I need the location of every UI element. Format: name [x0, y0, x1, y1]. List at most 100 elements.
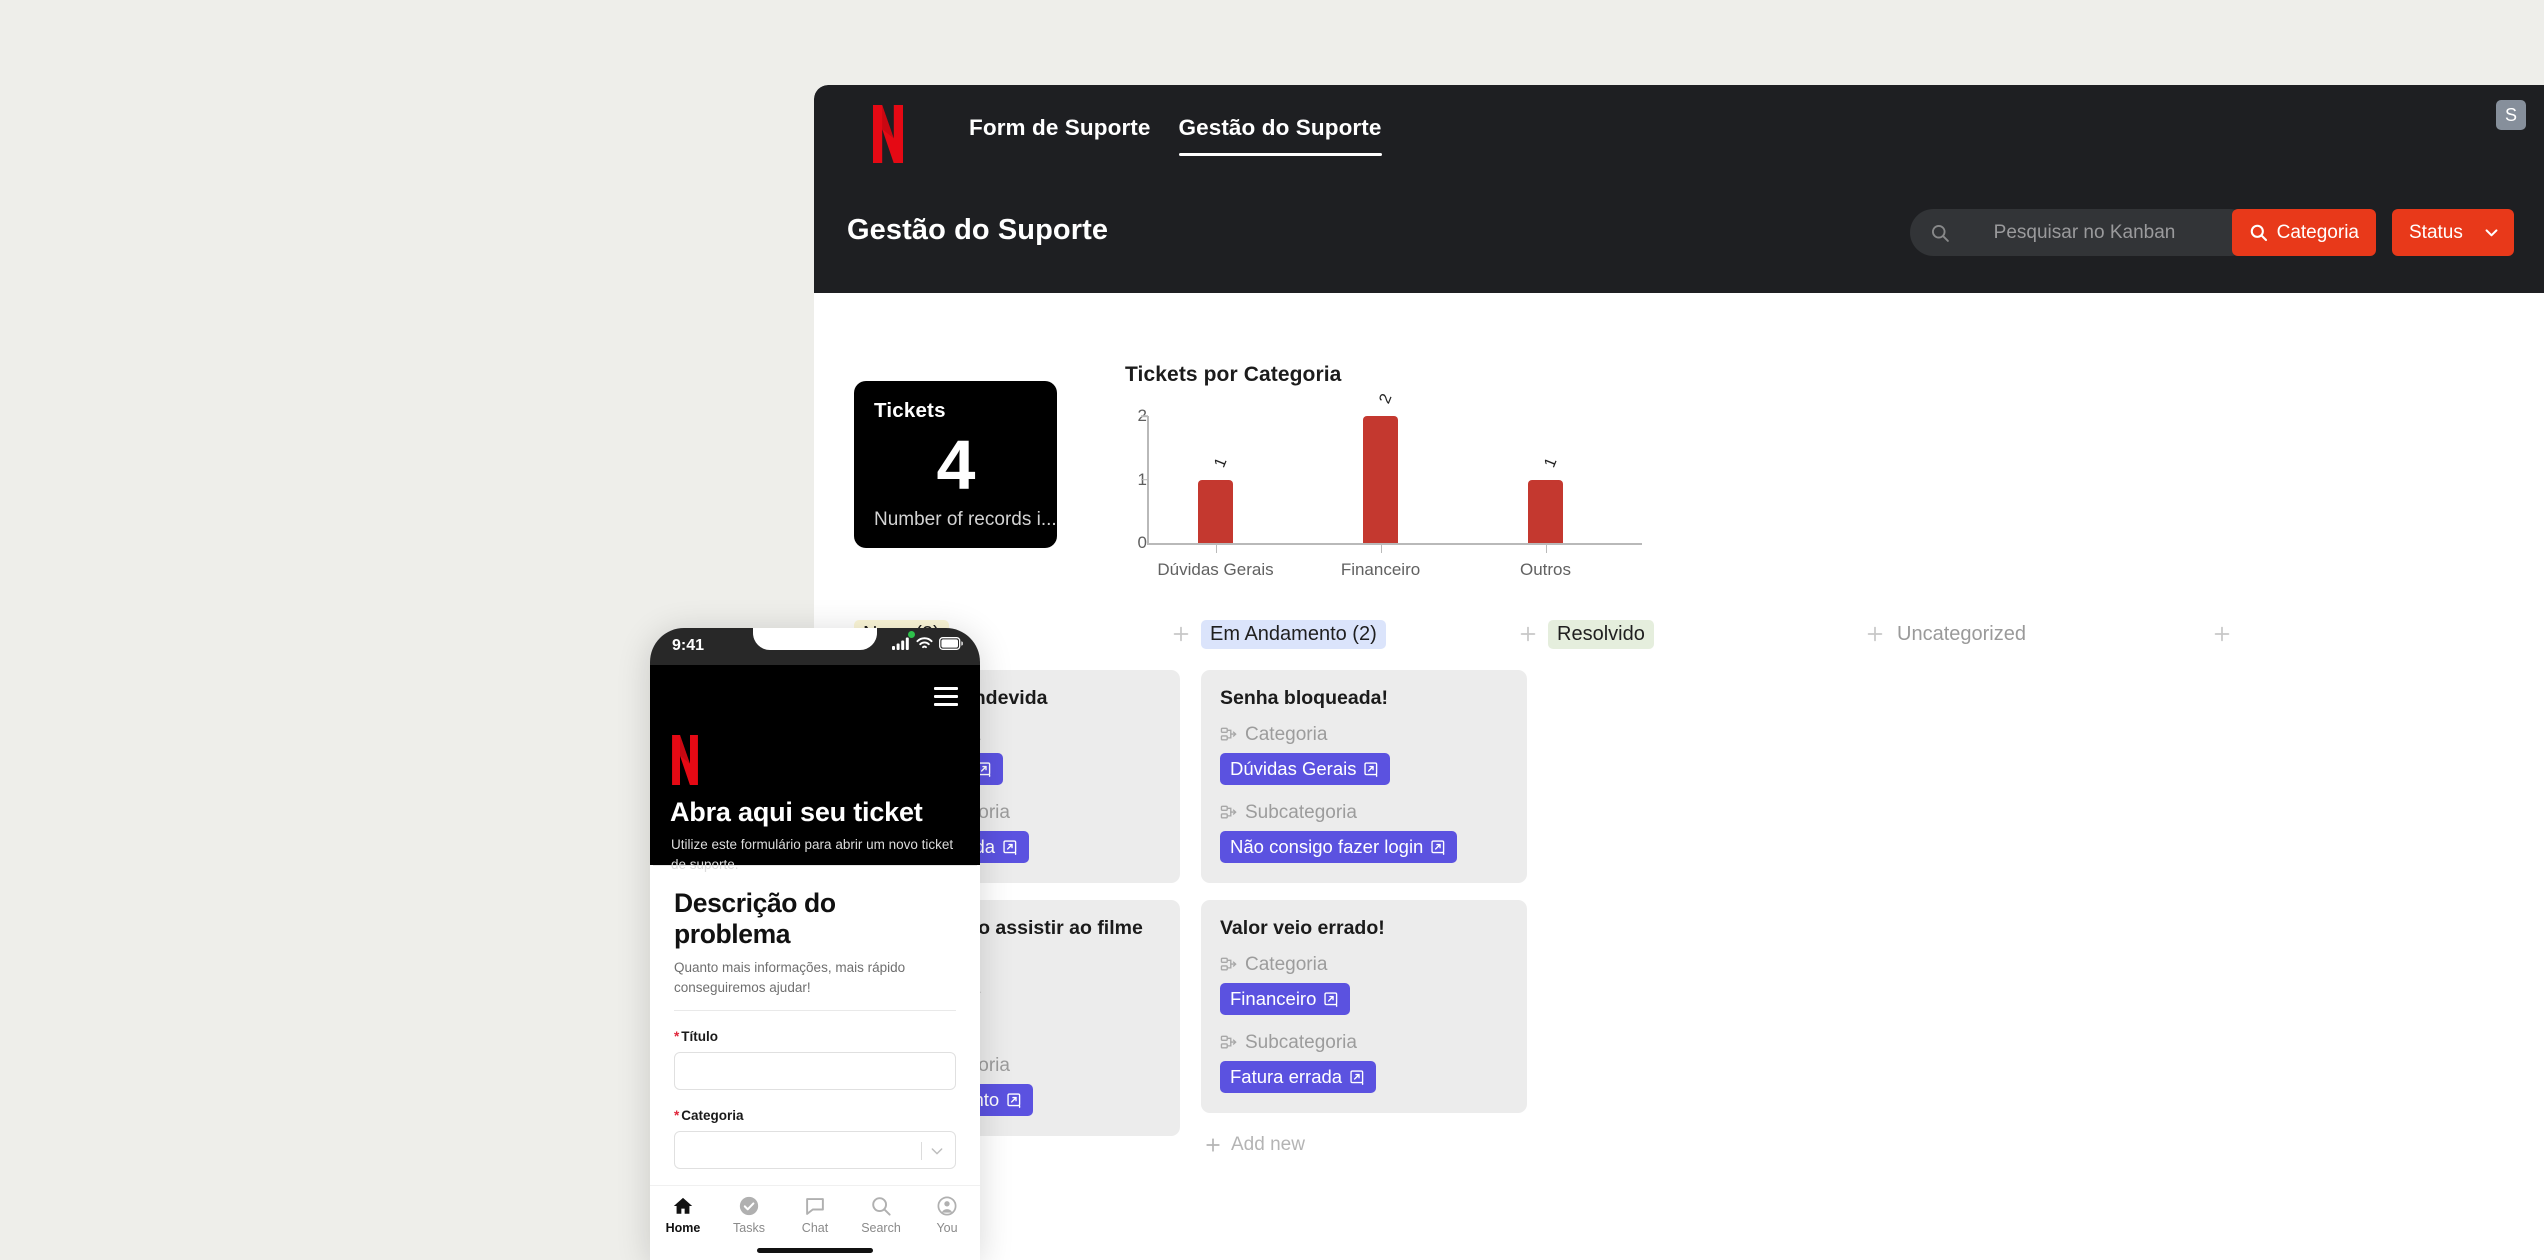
home-icon — [673, 1197, 693, 1214]
filter-categoria-label: Categoria — [2276, 221, 2359, 243]
add-new-card-button[interactable]: Add new — [1201, 1130, 1527, 1160]
nav-tab-gestao-do-suporte[interactable]: Gestão do Suporte — [1165, 85, 1396, 183]
avatar-initial: S — [2504, 104, 2517, 125]
x-axis-tick-label: Outros — [1519, 560, 1572, 579]
search-box[interactable] — [1910, 209, 2253, 256]
card-relation-chip[interactable]: Não consigo fazer login — [1220, 831, 1458, 863]
y-axis-tick-mark — [1141, 478, 1148, 481]
card-property-name: Categoria — [1245, 724, 1328, 745]
chart-plot-area: 0121Dúvidas Gerais2Financeiro1Outros — [1125, 391, 1645, 579]
chevron-down-icon — [931, 1147, 943, 1154]
filter-categoria-button[interactable]: Categoria — [2231, 209, 2376, 256]
home-indicator — [757, 1247, 873, 1253]
phone-tab-you[interactable]: You — [914, 1195, 980, 1235]
external-link-icon — [1007, 1092, 1021, 1108]
chip-label: Dúvidas Gerais — [1230, 758, 1357, 779]
relation-icon — [1220, 727, 1237, 741]
kanban-column: Uncategorized — [1895, 614, 2230, 670]
kanban-card-title: Senha bloqueada! — [1220, 687, 1388, 709]
chart-bar[interactable] — [1528, 479, 1563, 543]
x-axis-tick-mark — [1545, 544, 1548, 553]
kanban-canvas: Tickets 4 Number of records i... Tickets… — [814, 293, 2544, 1260]
top-navigation-bar: Form de Suporte Gestão do Suporte S — [814, 85, 2544, 183]
search-input[interactable] — [1950, 221, 2253, 244]
chip-label: Fatura errada — [1230, 1066, 1343, 1087]
plus-icon[interactable] — [1517, 623, 1539, 645]
external-link-icon — [1431, 839, 1445, 855]
chart-bar[interactable] — [1363, 416, 1398, 543]
phone-hero-subtitle: Utilize este formulário para abrir um no… — [671, 837, 954, 872]
card-property-label: Subcategoria — [1220, 1032, 1508, 1054]
x-axis-tick-mark — [1215, 544, 1218, 553]
x-axis-line — [1147, 543, 1642, 545]
card-relation-chip[interactable]: Fatura errada — [1220, 1061, 1377, 1093]
chevron-down-icon — [2485, 229, 2498, 237]
wifi-icon — [916, 637, 933, 649]
x-axis-tick-label: Dúvidas Gerais — [1157, 560, 1274, 579]
kanban-column: Em Andamento (2) Senha bloqueada! Categor… — [1201, 614, 1536, 1160]
kanban-column-header: Resolvido — [1548, 614, 1883, 654]
status-bar-icons — [892, 637, 963, 650]
kpi-card-tickets: Tickets 4 Number of records i... — [854, 381, 1057, 548]
nav-tab-list: Form de Suporte Gestão do Suporte — [955, 85, 1396, 183]
card-relation-chip[interactable]: Dúvidas Gerais — [1220, 753, 1391, 785]
kpi-subtitle: Number of records i... — [874, 508, 1057, 530]
hamburger-menu-icon[interactable] — [934, 687, 958, 711]
plus-icon[interactable] — [1170, 623, 1192, 645]
phone-tab-label: Tasks — [733, 1221, 765, 1235]
card-property-label: Categoria — [1220, 954, 1508, 976]
form-section-title: Descrição do problema — [674, 888, 836, 949]
kanban-column: Resolvido — [1548, 614, 1883, 670]
phone-hero: Abra aqui seu ticket Utilize este formul… — [650, 665, 980, 872]
phone-tab-label: You — [936, 1221, 958, 1235]
phone-tab-home[interactable]: Home — [650, 1195, 716, 1235]
external-link-icon — [1364, 761, 1378, 777]
card-property-name: Subcategoria — [1245, 802, 1357, 823]
nav-tab-form-de-suporte[interactable]: Form de Suporte — [955, 85, 1165, 183]
phone-status-bar: 9:41 — [650, 628, 980, 665]
battery-icon — [939, 637, 963, 650]
kanban-card[interactable]: Valor veio errado! Categoria Financeiro S… — [1201, 900, 1527, 1113]
chart-bar[interactable] — [1198, 479, 1233, 543]
chip-label: Não consigo fazer login — [1230, 836, 1424, 857]
chart-data-label: 1 — [1540, 454, 1561, 470]
phone-tab-label: Chat — [801, 1221, 829, 1235]
form-section-subtitle: Quanto mais informações, mais rápido con… — [674, 958, 956, 1011]
kanban-column-header: Uncategorized — [1895, 614, 2230, 654]
phone-tab-tasks[interactable]: Tasks — [716, 1195, 782, 1235]
relation-icon — [1220, 805, 1237, 819]
plus-icon[interactable] — [1864, 623, 1886, 645]
filter-status-button[interactable]: Status — [2392, 209, 2514, 256]
categoria-select[interactable] — [674, 1130, 956, 1169]
phone-tab-search[interactable]: Search — [848, 1195, 914, 1235]
kanban-card[interactable]: Senha bloqueada! Categoria Dúvidas Gerais… — [1201, 670, 1527, 883]
check-circle-icon — [739, 1196, 759, 1216]
phone-mockup: 9:41 Abra aqui seu ticket Utilize este f… — [650, 628, 980, 1260]
select-divider — [921, 1141, 922, 1160]
phone-tab-chat[interactable]: Chat — [782, 1195, 848, 1235]
app-window: Form de Suporte Gestão do Suporte S Gest… — [814, 85, 2544, 1260]
kanban-column-title[interactable]: Em Andamento (2) — [1201, 619, 1386, 649]
field-label-titulo: * Título — [674, 1029, 956, 1044]
chip-label: Financeiro — [1230, 988, 1317, 1009]
card-property-label: Categoria — [1220, 724, 1508, 746]
card-property-label: Subcategoria — [1220, 802, 1508, 824]
chart-tickets-por-categoria: Tickets por Categoria 0 1 2 1 Dúvidas Gerais… — [1125, 363, 1705, 579]
card-property-name: Subcategoria — [1245, 1032, 1357, 1053]
kanban-column-title[interactable]: Resolvido — [1548, 619, 1654, 649]
kanban-card-list: Senha bloqueada! Categoria Dúvidas Gerais… — [1201, 670, 1527, 1160]
kanban-column-title[interactable]: Uncategorized — [1895, 620, 2035, 649]
relation-icon — [1220, 1035, 1237, 1049]
plus-icon[interactable] — [2211, 623, 2233, 645]
titulo-field[interactable] — [674, 1051, 956, 1090]
required-asterisk: * — [674, 1107, 680, 1123]
avatar[interactable]: S — [2496, 100, 2526, 130]
kpi-value: 4 — [936, 426, 976, 504]
card-relation-chip[interactable]: Financeiro — [1220, 983, 1351, 1015]
nav-tab-label: Gestão do Suporte — [1178, 115, 1382, 140]
page-header: Gestão do Suporte Categoria Status — [814, 183, 2544, 293]
plus-icon — [1206, 1138, 1220, 1152]
chart-title: Tickets por Categoria — [1125, 363, 1342, 386]
phone-notch — [753, 628, 877, 650]
nav-tab-label: Form de Suporte — [969, 115, 1151, 140]
